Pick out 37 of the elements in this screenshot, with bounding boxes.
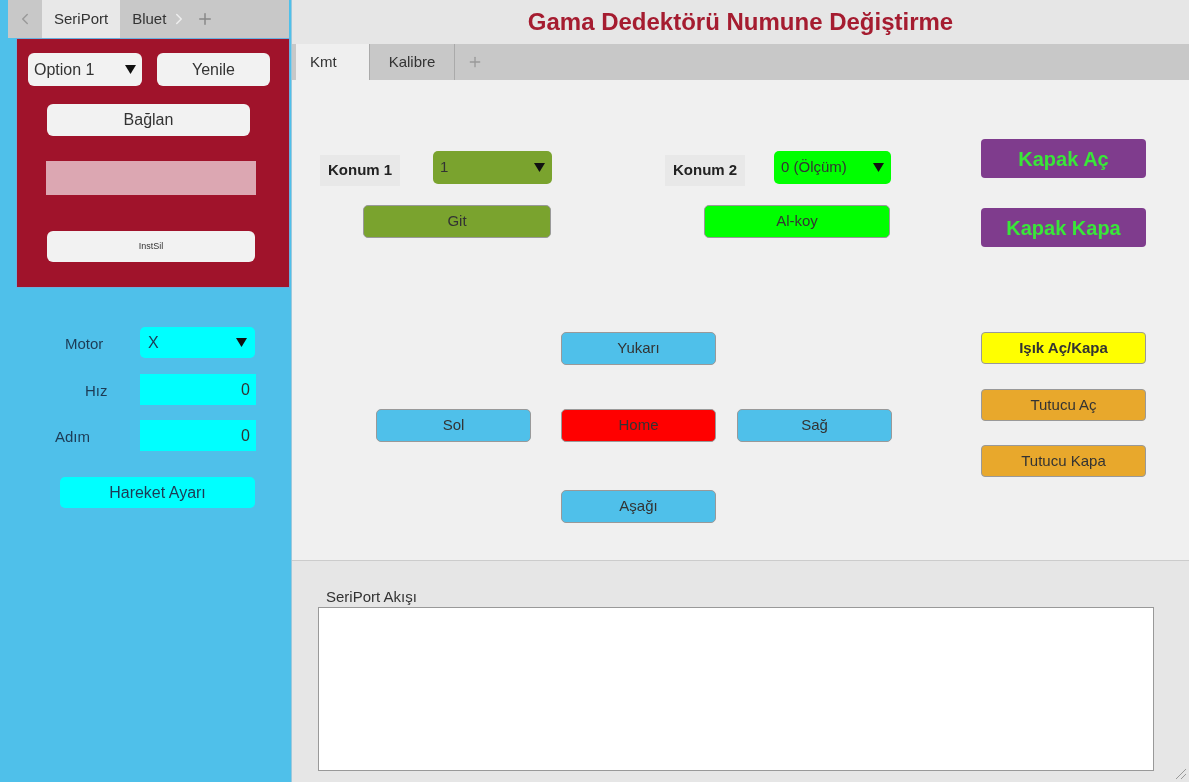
side-button[interactable]: Tutucu Kapa	[981, 445, 1146, 477]
direction-button[interactable]: Yukarı	[561, 332, 716, 365]
action-button[interactable]: Al-koy	[704, 205, 890, 238]
port-select[interactable]: Option 1	[28, 53, 142, 86]
input-field[interactable]: 0	[140, 374, 256, 405]
tab[interactable]: Kmt	[296, 44, 370, 80]
position-label: Konum 1	[320, 155, 401, 186]
add-tab-icon[interactable]	[467, 54, 483, 70]
connect-button[interactable]: Bağlan	[47, 104, 250, 136]
caret-icon	[873, 163, 884, 172]
tab[interactable]: SeriPort	[42, 0, 121, 38]
resize-grip-icon[interactable]	[1173, 766, 1187, 780]
window-title: Gama Dedektörü Numune Değiştirme	[527, 7, 954, 37]
input-field[interactable]: 0	[140, 420, 256, 451]
side-button[interactable]: Tutucu Aç	[981, 389, 1146, 421]
log-field[interactable]	[318, 607, 1154, 771]
position-label: Konum 2	[665, 155, 746, 186]
motor-select[interactable]: X	[140, 327, 255, 358]
caret-icon	[534, 163, 545, 172]
position-select[interactable]: 1	[433, 151, 552, 184]
position-select[interactable]: 0 (Ölçüm)	[774, 151, 891, 184]
field-label: Adım	[55, 427, 90, 447]
refresh-button[interactable]: Yenile	[157, 53, 270, 86]
direction-button[interactable]: Sağ	[737, 409, 892, 442]
log-label: SeriPort Akışı	[325, 587, 418, 607]
action-button[interactable]: Git	[363, 205, 551, 238]
field-label: Motor	[65, 334, 104, 354]
direction-button[interactable]: Sol	[376, 409, 531, 442]
direction-button[interactable]: Aşağı	[561, 490, 716, 523]
field-label: Hız	[85, 381, 108, 401]
side-button[interactable]: Işık Aç/Kapa	[981, 332, 1146, 364]
caret-icon	[236, 338, 247, 347]
clear-button[interactable]: InstSil	[47, 231, 255, 262]
caret-icon	[125, 65, 136, 74]
cover-button[interactable]: Kapak Kapa	[981, 208, 1146, 247]
apply-button[interactable]: Hareket Ayarı	[60, 477, 255, 508]
cover-button[interactable]: Kapak Aç	[981, 139, 1146, 178]
